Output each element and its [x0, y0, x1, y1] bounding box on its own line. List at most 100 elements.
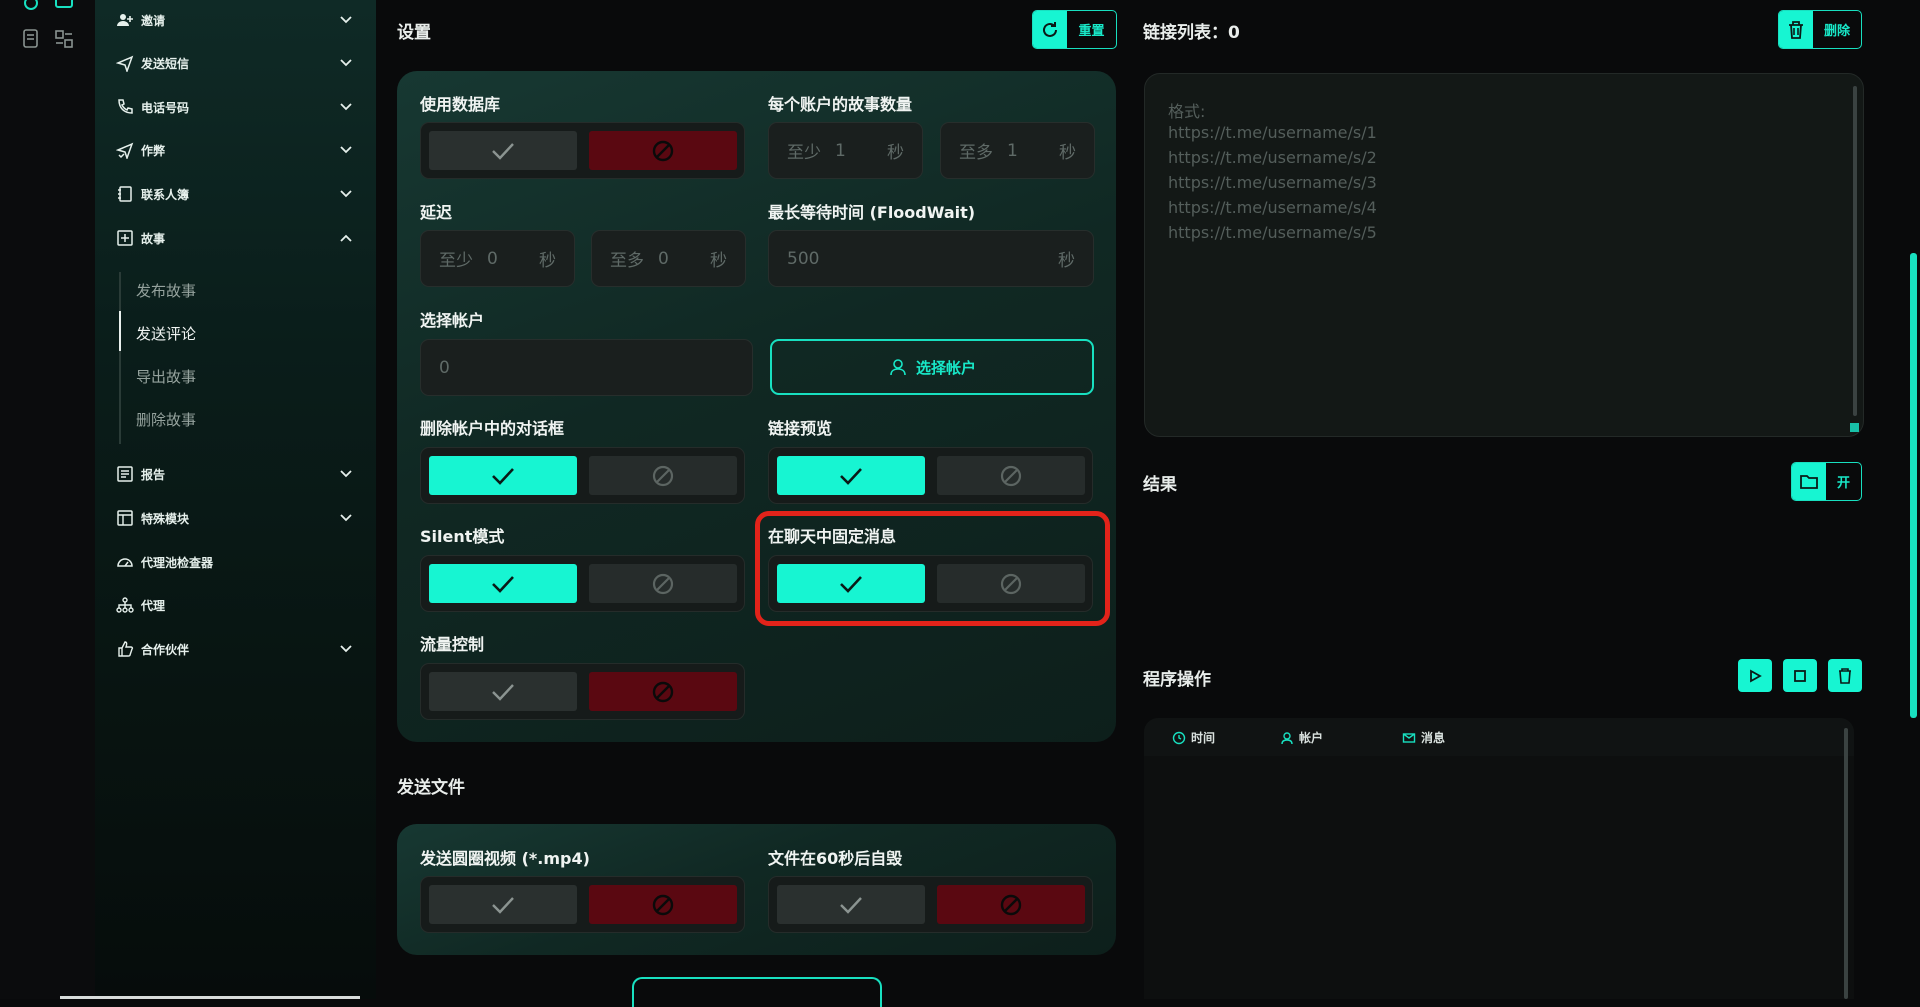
resize-handle[interactable]: [1850, 423, 1859, 432]
open-label: 开: [1836, 476, 1850, 491]
delete-dialogs-yes-button[interactable]: [429, 456, 577, 495]
stop-button[interactable]: [1783, 659, 1817, 692]
self-destruct-yes-button[interactable]: [777, 885, 925, 924]
ops-log-table: 时间 帐户 消息: [1144, 718, 1854, 999]
self-destruct-label: 文件在60秒后自毁: [768, 849, 903, 868]
chevron-down-icon[interactable]: [337, 465, 355, 483]
textarea-scrollbar[interactable]: [1853, 86, 1857, 416]
sidebar-item-reports[interactable]: 报告: [115, 461, 355, 487]
links-title: 链接列表：0: [1143, 23, 1240, 43]
delete-dialogs-toggle: [420, 447, 745, 504]
delay-max-input[interactable]: 至多 0 秒: [591, 230, 746, 287]
delete-dialogs-no-button[interactable]: [589, 456, 737, 495]
document-icon[interactable]: [20, 28, 42, 50]
submenu-publish-story[interactable]: 发布故事: [136, 280, 196, 301]
sidebar-item-proxy-checker[interactable]: 代理池检查器: [115, 549, 355, 575]
delete-links-button[interactable]: 删除: [1778, 10, 1862, 49]
self-destruct-toggle: [768, 876, 1093, 933]
open-folder-button[interactable]: 开: [1791, 462, 1862, 501]
self-destruct-no-button[interactable]: [937, 885, 1085, 924]
select-accounts-button[interactable]: 选择帐户: [770, 339, 1094, 395]
chevron-down-icon[interactable]: [337, 640, 355, 658]
link-preview-no-button[interactable]: [937, 456, 1085, 495]
chevron-down-icon[interactable]: [337, 98, 355, 116]
submenu-line: [119, 272, 121, 444]
link-preview-toggle: [768, 447, 1093, 504]
chevron-up-icon[interactable]: [337, 229, 355, 247]
sidebar-item-phone-numbers[interactable]: 电话号码: [115, 94, 355, 120]
mail-icon: [1402, 732, 1416, 743]
link-preview-yes-button[interactable]: [777, 456, 925, 495]
sidebar-item-label: 故事: [141, 231, 166, 246]
sidebar-item-cheat[interactable]: 作弊: [115, 137, 355, 163]
sidebar-item-stories[interactable]: 故事: [115, 225, 355, 251]
module-icon: [115, 508, 135, 528]
submenu-send-comments[interactable]: 发送评论: [136, 323, 196, 344]
chevron-down-icon[interactable]: [337, 11, 355, 29]
use-database-no-button[interactable]: [589, 131, 737, 170]
column-message[interactable]: 消息: [1402, 729, 1445, 746]
traffic-control-yes-button[interactable]: [429, 672, 577, 711]
silent-mode-no-button[interactable]: [589, 564, 737, 603]
sidebar-item-proxy[interactable]: 代理: [115, 592, 355, 618]
sidebar-item-special-modules[interactable]: 特殊模块: [115, 505, 355, 531]
grid-icon[interactable]: [53, 28, 75, 50]
stories-min-input[interactable]: 至少 1 秒: [768, 122, 923, 179]
column-account[interactable]: 帐户: [1280, 729, 1323, 746]
traffic-control-toggle: [420, 663, 745, 720]
sidebar-item-label: 联系人簿: [141, 187, 190, 202]
play-button[interactable]: [1738, 659, 1772, 692]
report-icon: [115, 464, 135, 484]
gauge-icon: [115, 552, 135, 572]
silent-mode-toggle: [420, 555, 745, 612]
ops-scrollbar[interactable]: [1844, 728, 1848, 999]
round-video-yes-button[interactable]: [429, 885, 577, 924]
icon-rail: [0, 0, 95, 999]
start-button[interactable]: [632, 977, 882, 1007]
sidebar-item-partners[interactable]: 合作伙伴: [115, 636, 355, 662]
network-icon: [115, 595, 135, 615]
settings-title: 设置: [397, 23, 431, 43]
use-database-yes-button[interactable]: [429, 131, 577, 170]
check-icon: [492, 683, 514, 701]
sidebar-item-label: 代理池检查器: [141, 555, 214, 570]
accounts-count-input[interactable]: 0: [420, 339, 753, 396]
column-time[interactable]: 时间: [1172, 729, 1215, 746]
traffic-control-label: 流量控制: [420, 635, 485, 654]
settings-icon[interactable]: [20, 0, 42, 14]
traffic-control-no-button[interactable]: [589, 672, 737, 711]
clear-log-button[interactable]: [1828, 659, 1862, 692]
sidebar-item-label: 发送短信: [141, 56, 190, 71]
check-icon: [840, 896, 862, 914]
sidebar-item-label: 作弊: [141, 143, 166, 158]
sidebar-item-send-sms[interactable]: 发送短信: [115, 50, 355, 76]
monitor-icon[interactable]: [53, 0, 75, 14]
chevron-down-icon[interactable]: [337, 509, 355, 527]
floodwait-input[interactable]: 500 秒: [768, 230, 1094, 287]
check-icon: [492, 896, 514, 914]
submenu-export-stories[interactable]: 导出故事: [136, 366, 196, 387]
user-plus-icon: [115, 10, 135, 30]
round-video-no-button[interactable]: [589, 885, 737, 924]
chevron-down-icon[interactable]: [337, 141, 355, 159]
chevron-down-icon[interactable]: [337, 185, 355, 203]
sidebar-item-invite[interactable]: 邀请: [115, 7, 355, 33]
user-icon: [1281, 731, 1293, 744]
silent-mode-yes-button[interactable]: [429, 564, 577, 603]
reset-button[interactable]: 重置: [1032, 10, 1117, 49]
check-icon: [492, 467, 514, 485]
send-files-title: 发送文件: [397, 778, 465, 798]
ban-icon: [1000, 465, 1022, 486]
ops-table-header: 时间 帐户 消息: [1144, 718, 1854, 756]
use-database-toggle: [420, 122, 745, 179]
ban-icon: [652, 681, 674, 702]
delay-min-input[interactable]: 至少 0 秒: [420, 230, 575, 287]
chevron-down-icon[interactable]: [337, 54, 355, 72]
sidebar-item-label: 电话号码: [141, 100, 190, 115]
submenu-delete-stories[interactable]: 删除故事: [136, 409, 196, 430]
links-textarea[interactable]: 格式: https://t.me/username/s/1 https://t.…: [1144, 73, 1864, 437]
ban-icon: [652, 894, 674, 915]
stories-max-input[interactable]: 至多 1 秒: [940, 122, 1095, 179]
sidebar-item-contacts[interactable]: 联系人簿: [115, 181, 355, 207]
page-scrollbar[interactable]: [1910, 253, 1917, 718]
